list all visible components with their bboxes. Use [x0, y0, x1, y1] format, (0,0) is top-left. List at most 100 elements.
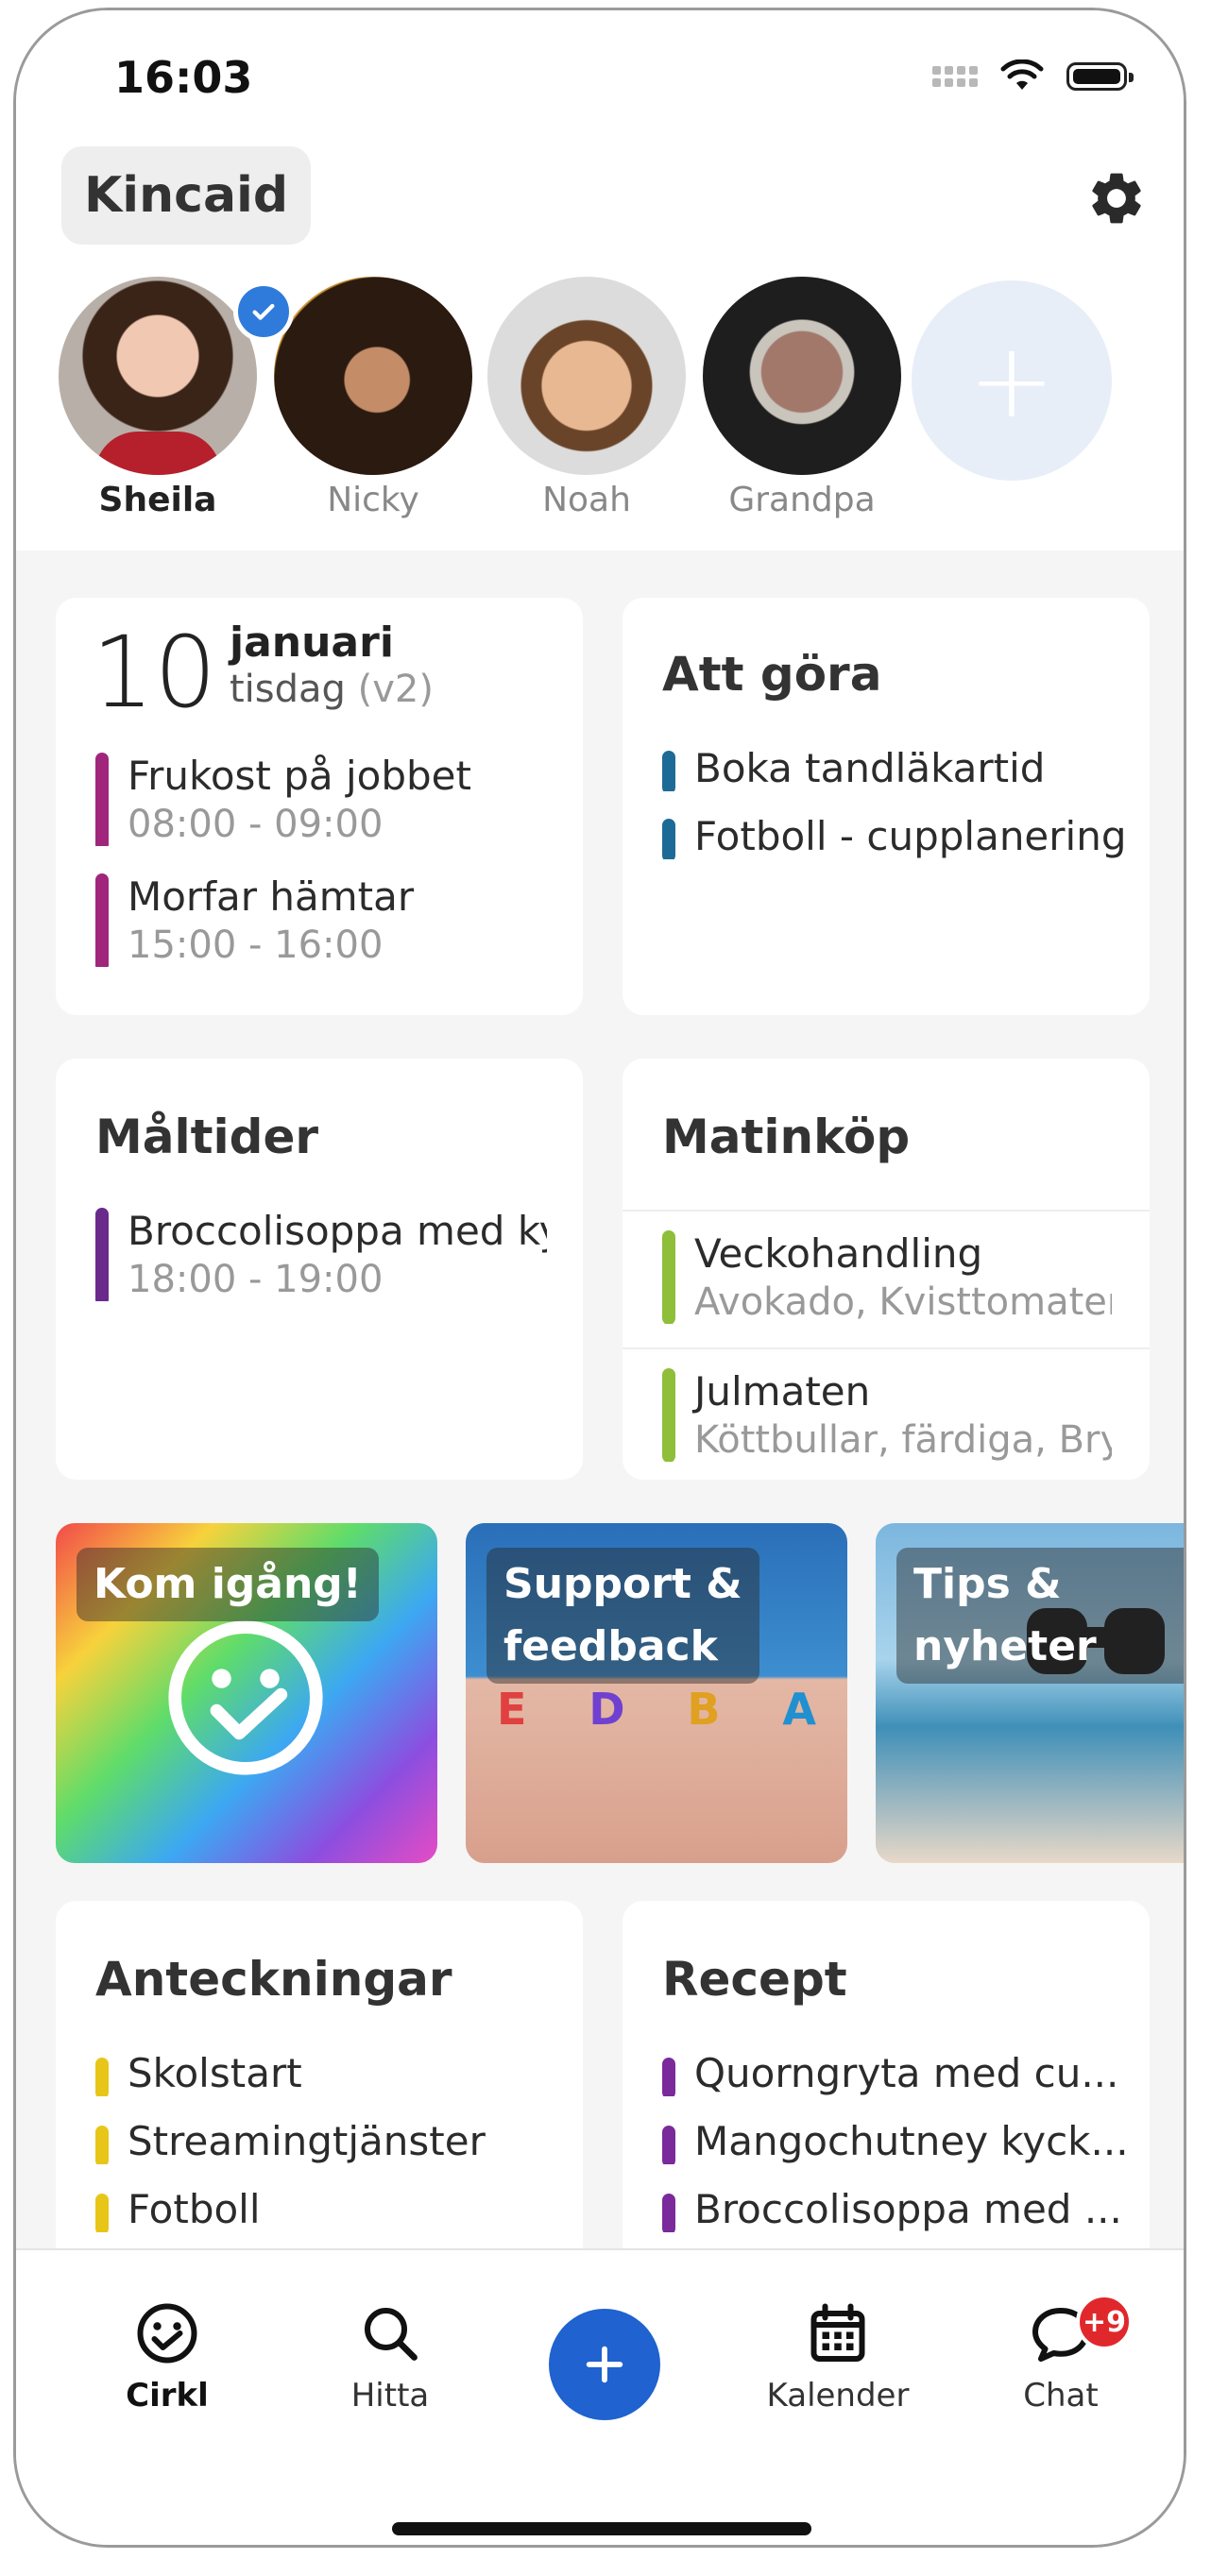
nav-item-kalender[interactable]: Kalender: [753, 2299, 923, 2415]
search-icon: [365, 2308, 418, 2361]
todo-color-bar: [662, 819, 675, 859]
recipes-card[interactable]: Recept Quorngryta med cu... Mangochutney…: [623, 1901, 1150, 2297]
list-title: Julmaten: [694, 1368, 871, 1415]
household-selector[interactable]: Kincaid: [61, 146, 312, 245]
todo-item[interactable]: Boka tandläkartid: [662, 745, 1150, 791]
meal-color-bar: [95, 1208, 109, 1301]
nav-item-hitta[interactable]: Hitta: [305, 2299, 475, 2415]
member-name: Grandpa: [728, 481, 876, 519]
recipe-label: Mangochutney kyck...: [694, 2118, 1129, 2164]
note-color-bar: [95, 2194, 109, 2232]
meal-time: 18:00 - 19:00: [128, 1258, 384, 1301]
home-indicator: [392, 2522, 811, 2535]
plus-icon: +: [967, 320, 1056, 441]
tile-label: Tips & nyheter: [896, 1548, 1184, 1684]
list-color-bar: [662, 1230, 675, 1324]
list-detail: Avokado, Kvisttomater, Gurka: [694, 1280, 1112, 1324]
unread-badge: +9: [1076, 2294, 1133, 2350]
note-label: Skolstart: [128, 2050, 302, 2096]
shopping-card[interactable]: Matinköp Veckohandling Avokado, Kvisttom…: [623, 1059, 1150, 1480]
wifi-icon: [1000, 59, 1044, 90]
event-item[interactable]: Morfar hämtar 15:00 - 16:00: [95, 873, 564, 967]
avatar: [703, 277, 901, 475]
add-member-button[interactable]: +: [912, 280, 1112, 481]
meal-item[interactable]: Broccolisoppa med kyckling 18:00 - 19:00: [95, 1208, 547, 1301]
nav-label: Cirkl: [126, 2377, 209, 2415]
plus-icon: [586, 2346, 623, 2383]
smiley-icon: [137, 2303, 197, 2364]
member-noah[interactable]: Noah: [485, 277, 689, 519]
member-grandpa[interactable]: Grandpa: [700, 277, 904, 519]
tile-support-feedback[interactable]: E D B A Support & feedback: [466, 1523, 847, 1863]
event-item[interactable]: Frukost på jobbet 08:00 - 09:00: [95, 753, 564, 846]
card-title: Matinköp: [662, 1110, 911, 1164]
status-icons: [932, 59, 1134, 93]
card-title: Att göra: [662, 647, 882, 702]
list-title: Veckohandling: [694, 1230, 983, 1277]
tile-get-started[interactable]: Kom igång!: [56, 1523, 437, 1863]
event-color-bar: [95, 753, 109, 846]
notes-card[interactable]: Anteckningar Skolstart Streamingtjänster…: [56, 1901, 583, 2297]
tile-label: Support & feedback: [486, 1548, 759, 1684]
shopping-list-item[interactable]: Julmaten Köttbullar, färdiga, Brysselkål: [662, 1368, 1112, 1462]
recipe-item[interactable]: Quorngryta med cu...: [662, 2050, 1131, 2096]
note-item[interactable]: Skolstart: [95, 2050, 564, 2096]
member-name: Nicky: [327, 481, 419, 519]
header-area: 16:03 Kincaid Sheila Nicky Noah Grandpa …: [16, 10, 1184, 551]
recipe-color-bar: [662, 2126, 675, 2164]
version-text: (v2): [357, 668, 434, 711]
list-detail: Köttbullar, färdiga, Brysselkål: [694, 1418, 1112, 1462]
event-color-bar: [95, 873, 109, 967]
nav-item-chat[interactable]: +9 Chat: [976, 2294, 1146, 2415]
note-label: Streamingtjänster: [128, 2118, 486, 2164]
meals-card[interactable]: Måltider Broccolisoppa med kyckling 18:0…: [56, 1059, 583, 1480]
nav-label: Chat: [1023, 2377, 1099, 2415]
card-title: Måltider: [95, 1110, 319, 1164]
card-title: Recept: [662, 1952, 847, 2007]
calendar-card[interactable]: 10 januari tisdag (v2) Frukost på jobbet…: [56, 598, 583, 1015]
weekday-text: tisdag: [230, 668, 346, 711]
member-name: Sheila: [98, 481, 217, 519]
add-button[interactable]: [549, 2309, 660, 2420]
member-sheila[interactable]: Sheila: [56, 277, 294, 519]
nav-item-cirkl[interactable]: Cirkl: [82, 2299, 252, 2415]
member-name: Noah: [542, 481, 631, 519]
event-title: Frukost på jobbet: [128, 753, 471, 799]
todo-label: Boka tandläkartid: [694, 745, 1046, 791]
status-time: 16:03: [114, 52, 253, 103]
recipe-item[interactable]: Mangochutney kyck...: [662, 2118, 1131, 2164]
note-color-bar: [95, 2126, 109, 2164]
note-color-bar: [95, 2058, 109, 2096]
note-item[interactable]: Fotboll: [95, 2186, 564, 2232]
gear-icon[interactable]: [1085, 167, 1148, 229]
note-item[interactable]: Streamingtjänster: [95, 2118, 564, 2164]
todo-card[interactable]: Att göra Boka tandläkartid Fotboll - cup…: [623, 598, 1150, 1015]
date-month: januari: [230, 619, 394, 667]
meal-title: Broccolisoppa med kyckling: [128, 1208, 547, 1254]
avatar: [487, 277, 686, 475]
event-time: 15:00 - 16:00: [128, 924, 384, 967]
calendar-icon: [810, 2303, 865, 2362]
list-color-bar: [662, 1368, 675, 1462]
event-time: 08:00 - 09:00: [128, 803, 384, 846]
avatar: [59, 277, 257, 475]
card-title: Anteckningar: [95, 1952, 452, 2007]
selected-check-icon: [233, 281, 294, 342]
todo-item[interactable]: Fotboll - cupplanering: [662, 813, 1150, 859]
shopping-list-item[interactable]: Veckohandling Avokado, Kvisttomater, Gur…: [662, 1230, 1112, 1324]
divider: [623, 1347, 1150, 1349]
nav-label: Hitta: [350, 2377, 430, 2415]
date-day: 10: [92, 615, 217, 730]
tile-tips-news[interactable]: Tips & nyheter: [876, 1523, 1184, 1863]
todo-label: Fotboll - cupplanering: [694, 813, 1127, 859]
feedback-letters: E D B A: [496, 1684, 817, 1735]
note-label: Fotboll: [128, 2186, 261, 2232]
date-weekday: tisdag (v2): [230, 668, 434, 711]
smiley-check-icon: [168, 1620, 323, 1775]
bottom-nav: Cirkl Hitta Kalender +9 Chat: [16, 2248, 1184, 2545]
battery-icon: [1066, 62, 1134, 91]
recipe-color-bar: [662, 2194, 675, 2232]
member-nicky[interactable]: Nicky: [271, 277, 475, 519]
nav-label: Kalender: [766, 2377, 910, 2415]
recipe-item[interactable]: Broccolisoppa med ...: [662, 2186, 1131, 2232]
